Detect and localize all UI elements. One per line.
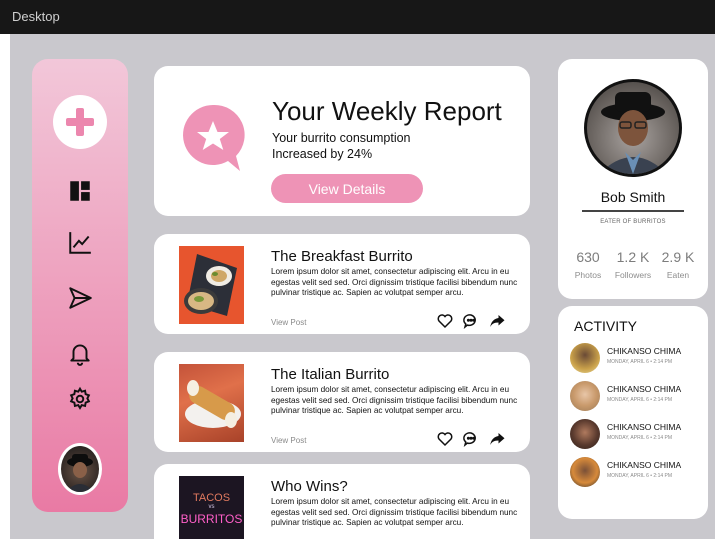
thumb-text-tacos: TACOS [192,492,231,504]
post-body: Lorem ipsum dolor sit amet, consectetur … [271,385,518,416]
heart-icon[interactable] [436,430,454,448]
post-thumbnail[interactable] [179,364,244,442]
activity-name: CHIKANSO CHIMA [607,346,682,356]
report-line-2: Increased by 24% [272,147,373,161]
post-card-italian: The Italian Burrito Lorem ipsum dolor si… [154,352,530,452]
activity-item[interactable]: CHIKANSO CHIMA MONDAY, APRIL 6 • 2:14 PM [570,457,705,491]
stat-followers-value: 1.2 K [616,249,650,265]
share-icon[interactable] [488,312,506,330]
activity-avatar [570,419,600,449]
profile-subtitle: EATER OF BURRITOS [600,219,666,225]
activity-item[interactable]: CHIKANSO CHIMA MONDAY, APRIL 6 • 2:14 PM [570,419,705,453]
activity-item[interactable]: CHIKANSO CHIMA MONDAY, APRIL 6 • 2:14 PM [570,343,705,377]
sidebar [32,59,128,512]
view-post-link[interactable]: View Post [271,436,306,445]
stat-eaten-value: 2.9 K [661,249,695,265]
activity-time: MONDAY, APRIL 6 • 2:14 PM [607,473,673,479]
activity-name: CHIKANSO CHIMA [607,460,682,470]
activity-time: MONDAY, APRIL 6 • 2:14 PM [607,359,673,365]
report-line-1: Your burrito consumption [272,131,411,145]
activity-avatar [570,457,600,487]
activity-avatar [570,381,600,411]
post-actions [436,312,506,330]
post-title[interactable]: The Breakfast Burrito [271,248,413,265]
post-body: Lorem ipsum dolor sit amet, consectetur … [271,267,518,298]
send-icon [69,287,92,309]
post-card-breakfast: The Breakfast Burrito Lorem ipsum dolor … [154,234,530,334]
activity-title: ACTIVITY [574,318,638,334]
user-avatar[interactable] [58,443,102,495]
window-title: Desktop [12,9,60,24]
activity-item[interactable]: CHIKANSO CHIMA MONDAY, APRIL 6 • 2:14 PM [570,381,705,415]
heart-icon[interactable] [436,312,454,330]
stat-photos-value: 630 [576,249,600,265]
sidebar-item-notifications[interactable] [66,339,94,367]
report-title: Your Weekly Report [272,96,502,126]
comment-icon[interactable] [462,430,480,448]
comment-icon[interactable] [462,312,480,330]
view-post-link[interactable]: View Post [271,318,306,327]
thumb-text-burritos: BURRITOS [180,512,243,526]
share-icon[interactable] [488,430,506,448]
profile-divider [582,210,684,212]
stat-eaten-label: Eaten [666,270,690,280]
profile-avatar[interactable] [584,79,682,177]
stat-photos-label: Photos [574,270,602,280]
activity-time: MONDAY, APRIL 6 • 2:14 PM [607,435,673,441]
thumb-text-vs: vs [208,504,215,510]
profile-name: Bob Smith [600,189,666,205]
post-actions [436,430,506,448]
app-canvas: Your Weekly Report Your burrito consumpt… [10,34,715,539]
star-badge-icon [183,104,245,171]
activity-name: CHIKANSO CHIMA [607,422,682,432]
post-thumbnail[interactable] [179,246,244,324]
sidebar-item-settings[interactable] [66,385,94,413]
view-details-button[interactable]: View Details [271,174,423,203]
activity-time: MONDAY, APRIL 6 • 2:14 PM [607,397,673,403]
gear-icon [69,386,91,410]
post-card-who-wins: TACOS vs BURRITOS Who Wins? Lorem ipsum … [154,464,530,539]
sidebar-item-messages[interactable] [66,284,94,312]
bell-icon [70,344,90,366]
post-thumbnail[interactable]: TACOS vs BURRITOS [179,476,244,539]
add-button[interactable] [53,95,107,149]
activity-name: CHIKANSO CHIMA [607,384,682,394]
post-body: Lorem ipsum dolor sit amet, consectetur … [271,497,518,528]
chart-icon [69,232,91,254]
post-title[interactable]: Who Wins? [271,478,348,495]
profile-card: Bob Smith EATER OF BURRITOS 630 Photos 1… [558,59,708,299]
dashboard-icon [70,181,90,201]
window-title-bar: Desktop [0,0,715,34]
weekly-report-card: Your Weekly Report Your burrito consumpt… [154,66,530,216]
post-title[interactable]: The Italian Burrito [271,366,389,383]
activity-avatar [570,343,600,373]
activity-card: ACTIVITY CHIKANSO CHIMA MONDAY, APRIL 6 … [558,306,708,519]
plus-icon-vertical [76,108,84,136]
sidebar-item-dashboard[interactable] [66,177,94,205]
report-summary: Your burrito consumption Increased by 24… [272,130,411,162]
stat-followers-label: Followers [614,270,652,280]
sidebar-item-analytics[interactable] [66,229,94,257]
